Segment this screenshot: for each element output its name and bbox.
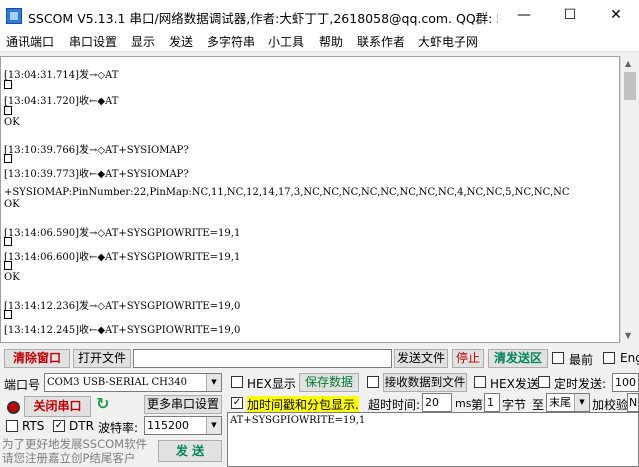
dtr-label: DTR [69,419,94,433]
save-data-button[interactable]: 保存数据 [299,373,359,392]
clear-send-button[interactable]: 清发送区 [488,349,548,368]
log-line-control-char [4,80,12,92]
menu-tools[interactable]: 小工具 [268,33,304,50]
window-title: SSCOM V5.13.1 串口/网络数据调试器,作者:大虾丁丁,2618058… [28,11,498,26]
chevron-down-icon[interactable]: ▼ [206,374,221,391]
refresh-icon[interactable]: ↻ [96,396,112,412]
baud-label: 波特率: [98,421,139,435]
dtr-checkbox[interactable]: ✓ [53,420,65,432]
byte-index-input[interactable]: 1 [484,393,500,412]
log-line: [13:10:39.766]发→◇AT+SYSIOMAP? [4,145,189,156]
control-char-glyph [4,80,12,89]
output-scrollbar[interactable]: ▲ ▼ [620,56,639,343]
app-icon [6,8,22,24]
recv-to-file-button[interactable]: 接收数据到文件 [383,373,467,392]
more-serial-settings-button[interactable]: 更多串口设置 [144,395,222,414]
control-char-glyph [4,154,12,163]
file-path-input[interactable] [133,349,392,368]
log-line: OK [4,199,20,210]
hex-send-checkbox[interactable] [474,376,486,388]
port-value: COM3 USB-SERIAL CH340 [47,377,187,388]
most-front-checkbox[interactable] [552,352,564,364]
control-char-glyph [4,310,12,319]
port-select[interactable]: COM3 USB-SERIAL CH340 ▼ [44,373,222,392]
log-line: [13:14:06.590]发→◇AT+SYSGPIOWRITE=19,1 [4,228,241,239]
maximize-button[interactable]: ☐ [547,0,593,31]
baud-select[interactable]: 115200 ▼ [144,416,222,435]
log-line: [13:04:31.720]收←◆AT [4,96,119,107]
minimize-button[interactable]: — [501,0,547,31]
end-value: 末尾 [549,396,571,409]
log-line: [13:14:12.236]发→◇AT+SYSGPIOWRITE=19,0 [4,301,241,312]
log-line: [13:10:39.773]收←◆AT+SYSIOMAP? [4,169,189,180]
end-select[interactable]: 末尾 ▼ [546,393,590,412]
timed-send-checkbox[interactable] [538,376,550,388]
checksum-label: 加校验 [592,398,629,412]
open-file-button[interactable]: 打开文件 [73,349,131,368]
close-button[interactable]: ✕ [593,0,639,31]
log-line: +SYSIOMAP:PinNumber:22,PinMap:NC,11,NC,1… [4,187,570,198]
port-status-icon [7,401,20,414]
control-char-glyph [4,237,12,246]
menu-send[interactable]: 发送 [169,33,193,50]
checksum-select[interactable]: N [627,393,639,412]
receive-output[interactable]: [13:04:31.714]发→◇AT [13:04:31.720]收←◆AT OK… [0,56,620,343]
timeout-input[interactable]: 20 [422,393,452,412]
close-port-button[interactable]: 关闭串口 [24,396,91,417]
port-label: 端口号 [4,378,41,392]
baud-value: 115200 [147,419,189,432]
send-text-input[interactable]: AT+SYSGPIOWRITE=19,1 [227,412,639,467]
log-line: [13:14:12.245]收←◆AT+SYSGPIOWRITE=19,0 [4,325,241,336]
file-toolbar: 清除窗口 打开文件 发送文件 停止 清发送区 最前 English [0,347,639,369]
timestamp-checkbox[interactable]: ✓ [231,397,243,409]
stop-button[interactable]: 停止 [452,349,484,368]
menu-multi-string[interactable]: 多字符串 [207,33,255,50]
info-line-2: 请您注册嘉立创P结尾客户 [2,451,136,465]
menu-comm-port[interactable]: 通讯端口 [6,33,54,50]
scroll-up-icon[interactable]: ▲ [625,59,631,68]
rts-label: RTS [22,419,45,433]
control-char-glyph [4,106,12,115]
to-label: 至 [532,398,545,412]
english-checkbox[interactable] [603,352,615,364]
hex-send-label: HEX发送 [490,377,539,391]
menu-website[interactable]: 大虾电子网 [418,33,478,50]
send-file-button[interactable]: 发送文件 [394,349,448,368]
byte-unit-label: 字节 [502,398,527,412]
ms-label: ms [455,397,472,410]
log-line: OK [4,117,20,128]
hex-display-label: HEX显示 [247,377,296,391]
chevron-down-icon[interactable]: ▼ [206,417,221,434]
chevron-down-icon[interactable]: ▼ [574,394,589,411]
clear-window-button[interactable]: 清除窗口 [4,349,70,368]
scroll-thumb[interactable] [624,72,636,100]
menu-serial-settings[interactable]: 串口设置 [69,33,117,50]
scroll-down-icon[interactable]: ▼ [625,331,631,340]
send-button[interactable]: 发 送 [158,440,222,462]
recv-to-file-checkbox[interactable] [367,376,379,388]
english-label: English [620,351,639,365]
timed-interval-input[interactable]: 100 [612,373,639,392]
rts-checkbox[interactable] [6,420,18,432]
menu-bar: 通讯端口 串口设置 显示 发送 多字符串 小工具 帮助 联系作者 大虾电子网 [0,31,639,52]
hex-display-checkbox[interactable] [231,376,243,388]
timestamp-label: 加时间戳和分包显示. [247,396,359,413]
log-line: [13:04:31.714]发→◇AT [4,70,119,81]
menu-contact-author[interactable]: 联系作者 [357,33,405,50]
timeout-label: 超时时间: [368,398,421,412]
menu-display[interactable]: 显示 [131,33,155,50]
info-line-1: 为了更好地发展SSCOM软件 [2,437,148,451]
control-char-glyph [4,261,12,270]
menu-help[interactable]: 帮助 [319,33,343,50]
info-text: 为了更好地发展SSCOM软件 请您注册嘉立创P结尾客户 [2,437,147,465]
log-line: [13:14:06.600]收←◆AT+SYSGPIOWRITE=19,1 [4,252,241,263]
title-bar: SSCOM V5.13.1 串口/网络数据调试器,作者:大虾丁丁,2618058… [0,0,639,31]
timed-send-label: 定时发送: [554,377,607,391]
most-front-label: 最前 [569,353,594,367]
nth-label: 第 [471,398,484,412]
log-line: OK [4,272,20,283]
